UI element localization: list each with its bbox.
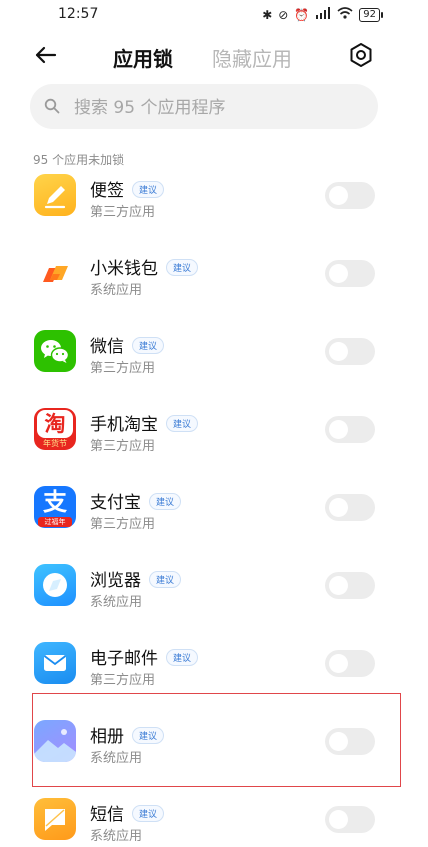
- suggest-badge: 建议: [166, 259, 199, 276]
- back-button[interactable]: [33, 42, 59, 68]
- app-name: 电子邮件: [90, 649, 158, 669]
- search-bar[interactable]: [30, 84, 378, 131]
- gear-icon: [350, 43, 372, 67]
- toggle-knob: [329, 342, 348, 361]
- toggle-knob: [329, 186, 348, 205]
- taobao-icon: 淘 年货节: [34, 408, 76, 450]
- browser-icon: [34, 564, 76, 606]
- suggest-badge: 建议: [149, 493, 182, 510]
- search-input[interactable]: [72, 84, 366, 131]
- sms-icon: [34, 798, 76, 840]
- list-item[interactable]: 浏览器 建议 系统应用: [0, 562, 428, 616]
- highlight-box: [32, 693, 401, 787]
- email-icon: [34, 642, 76, 684]
- settings-button[interactable]: [348, 42, 374, 68]
- lock-toggle[interactable]: [325, 806, 375, 833]
- alipay-icon-caption: 过福年: [38, 517, 72, 527]
- mute-icon: ⊘: [278, 7, 289, 22]
- wifi-icon: [337, 7, 353, 22]
- app-name-row: 手机淘宝 建议: [90, 410, 199, 435]
- app-type: 第三方应用: [90, 673, 156, 688]
- tab-hidden-apps[interactable]: 隐藏应用: [212, 43, 292, 72]
- list-item[interactable]: 淘 年货节 手机淘宝 建议 第三方应用: [0, 406, 428, 460]
- status-icons: ✱ ⊘ ⏰ 92: [262, 7, 383, 22]
- lock-toggle[interactable]: [325, 572, 375, 599]
- lock-toggle[interactable]: [325, 182, 375, 209]
- suggest-badge: 建议: [132, 805, 165, 822]
- list-item[interactable]: 微信 建议 第三方应用: [0, 328, 428, 382]
- list-item[interactable]: 支 过福年 支付宝 建议 第三方应用: [0, 484, 428, 538]
- taobao-icon-glyph: 淘: [37, 410, 73, 438]
- back-arrow-icon: [35, 46, 57, 64]
- suggest-badge: 建议: [132, 181, 165, 198]
- app-type: 第三方应用: [90, 361, 156, 376]
- toggle-knob: [329, 498, 348, 517]
- alipay-icon-glyph: 支: [43, 488, 67, 516]
- toggle-knob: [329, 420, 348, 439]
- toggle-knob: [329, 654, 348, 673]
- lock-toggle[interactable]: [325, 338, 375, 365]
- lock-toggle[interactable]: [325, 416, 375, 443]
- suggest-badge: 建议: [166, 649, 199, 666]
- suggest-badge: 建议: [132, 337, 165, 354]
- app-name: 支付宝: [90, 493, 141, 513]
- lock-toggle[interactable]: [325, 494, 375, 521]
- app-name-row: 支付宝 建议: [90, 488, 182, 513]
- app-name: 小米钱包: [90, 259, 158, 279]
- app-name-row: 微信 建议: [90, 332, 165, 357]
- app-name-row: 便签 建议: [90, 176, 165, 201]
- app-type: 系统应用: [90, 595, 143, 610]
- app-type: 系统应用: [90, 829, 143, 844]
- app-name: 短信: [90, 805, 124, 825]
- list-item[interactable]: 短信 建议 系统应用: [0, 796, 428, 847]
- app-type: 系统应用: [90, 283, 143, 298]
- toggle-knob: [329, 576, 348, 595]
- app-name-row: 小米钱包 建议: [90, 254, 199, 279]
- suggest-badge: 建议: [149, 571, 182, 588]
- lock-toggle[interactable]: [325, 260, 375, 287]
- signal-icon: [315, 7, 331, 22]
- taobao-icon-caption: 年货节: [43, 439, 67, 448]
- section-label: 95 个应用未加锁: [33, 153, 125, 167]
- search-icon: [44, 98, 60, 114]
- app-name: 微信: [90, 337, 124, 357]
- alarm-icon: ⏰: [294, 7, 310, 22]
- list-item[interactable]: 便签 建议 第三方应用: [0, 172, 428, 226]
- app-name-row: 电子邮件 建议: [90, 644, 199, 669]
- notes-icon: [34, 174, 76, 216]
- list-item[interactable]: 电子邮件 建议 第三方应用: [0, 640, 428, 694]
- lock-toggle[interactable]: [325, 650, 375, 677]
- toggle-knob: [329, 264, 348, 283]
- app-name-row: 浏览器 建议: [90, 566, 182, 591]
- tab-app-lock[interactable]: 应用锁: [113, 43, 173, 72]
- suggest-badge: 建议: [166, 415, 199, 432]
- battery-icon: 92: [359, 7, 383, 22]
- app-type: 第三方应用: [90, 517, 156, 532]
- mi-wallet-icon: [34, 252, 76, 294]
- app-name: 手机淘宝: [90, 415, 158, 435]
- app-name-row: 短信 建议: [90, 800, 165, 825]
- alipay-icon: 支 过福年: [34, 486, 76, 528]
- toggle-knob: [329, 810, 348, 829]
- list-item[interactable]: 小米钱包 建议 系统应用: [0, 250, 428, 304]
- header: 应用锁 隐藏应用: [0, 32, 428, 78]
- app-lock-screen: 12:57 ✱ ⊘ ⏰ 92 应用锁 隐藏应用 搜索 95 个应用程序 95 个…: [0, 0, 428, 847]
- wechat-icon: [34, 330, 76, 372]
- bluetooth-icon: ✱: [262, 7, 273, 22]
- status-time: 12:57: [58, 6, 99, 22]
- app-type: 第三方应用: [90, 205, 156, 220]
- app-type: 第三方应用: [90, 439, 156, 454]
- app-name: 便签: [90, 181, 124, 201]
- app-name: 浏览器: [90, 571, 141, 591]
- status-bar: 12:57 ✱ ⊘ ⏰ 92: [0, 0, 428, 30]
